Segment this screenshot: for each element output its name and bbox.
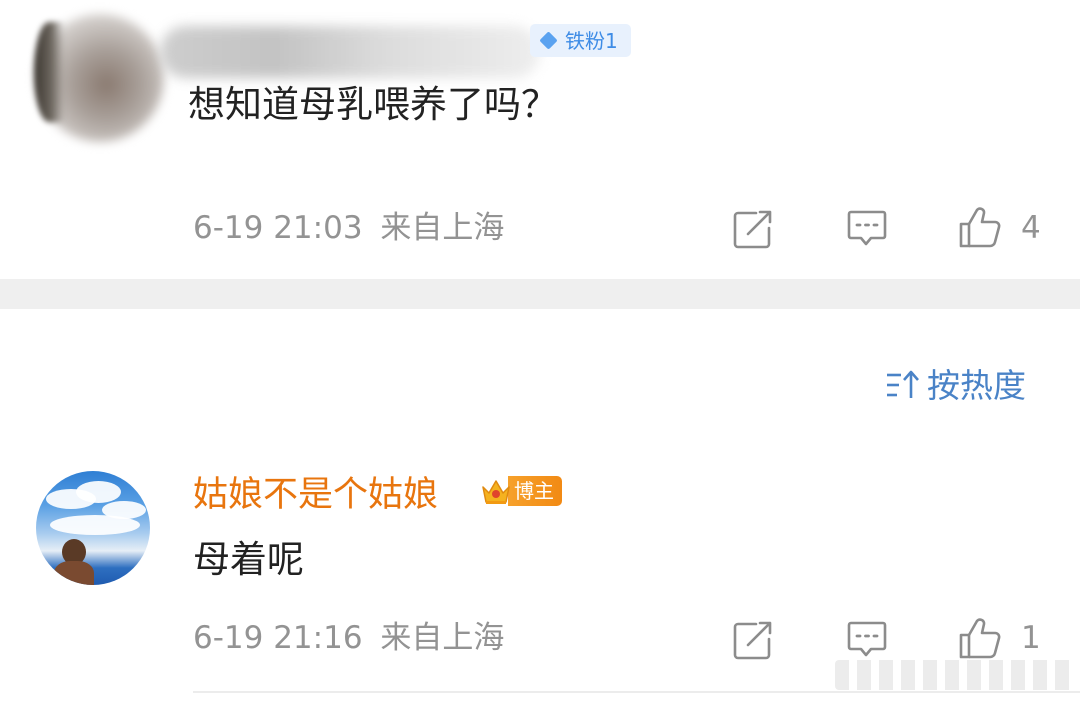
reply-share-button[interactable]: [732, 619, 774, 661]
post-text: 想知道母乳喂养了吗？: [188, 83, 558, 126]
comment-icon: [847, 621, 887, 657]
reply-like-count: 1: [1021, 620, 1041, 656]
crown-icon: [480, 475, 512, 507]
watermark: [835, 660, 1075, 690]
share-icon: [733, 210, 772, 249]
bottom-divider: [193, 691, 1080, 693]
post-time: 6-19 21:03: [193, 210, 363, 246]
reply-like-button[interactable]: [957, 615, 1003, 661]
section-divider: [0, 279, 1080, 309]
comment-icon: [847, 210, 887, 246]
fan-badge: 铁粉1: [530, 24, 631, 57]
reply-comment-button[interactable]: [846, 619, 888, 661]
post-meta: 6-19 21:03 来自上海: [193, 213, 504, 244]
post-location: 来自上海: [380, 210, 505, 246]
like-button[interactable]: [957, 204, 1003, 250]
sort-by-hot-button[interactable]: 按热度: [885, 368, 1026, 402]
reply-username[interactable]: 姑娘不是个姑娘: [193, 474, 438, 516]
diamond-icon: [539, 31, 558, 50]
reply-text: 母着呢: [193, 538, 304, 581]
share-icon: [733, 621, 772, 660]
comment-button[interactable]: [846, 208, 888, 250]
post-username-redacted[interactable]: [160, 26, 540, 78]
reply-location: 来自上海: [380, 620, 505, 656]
post-avatar-edge: [34, 22, 64, 122]
reply-time: 6-19 21:16: [193, 620, 363, 656]
fan-badge-label: 铁粉1: [565, 28, 618, 53]
blogger-badge-label: 博主: [508, 476, 562, 506]
blogger-badge: 博主: [480, 473, 562, 509]
thumbs-up-icon: [959, 618, 1001, 659]
reply-meta: 6-19 21:16 来自上海: [193, 623, 504, 654]
share-button[interactable]: [732, 208, 774, 250]
sort-label: 按热度: [927, 365, 1026, 405]
thumbs-up-icon: [959, 207, 1001, 248]
sort-icon: [887, 370, 919, 398]
post-like-count: 4: [1021, 210, 1041, 246]
reply-avatar[interactable]: [36, 471, 150, 585]
